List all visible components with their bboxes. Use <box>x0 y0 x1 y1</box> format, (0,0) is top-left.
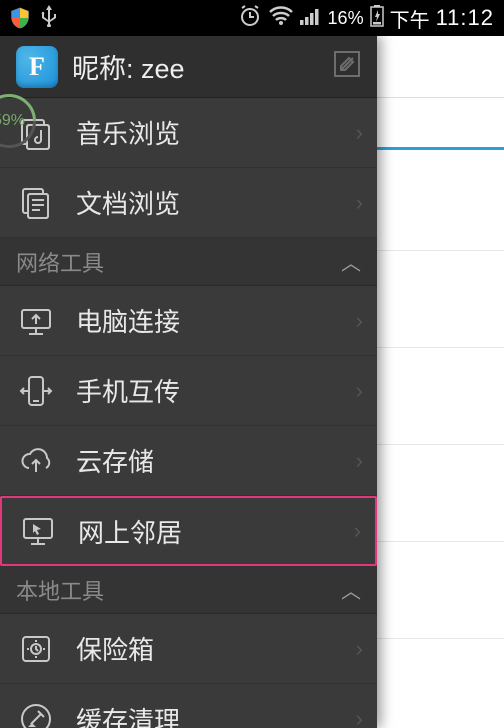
menu-item-phone-transfer[interactable]: 手机互传 › <box>0 356 377 426</box>
menu-label: 缓存清理 <box>76 701 180 728</box>
navigation-drawer: 59% F 昵称: zee 音乐浏览 › <box>0 36 377 728</box>
usb-icon <box>40 3 58 33</box>
chevron-right-icon: › <box>356 190 363 216</box>
wifi-icon <box>268 6 294 31</box>
edit-icon[interactable] <box>333 50 361 83</box>
broom-icon <box>18 701 54 728</box>
clock-time: 11:12 <box>436 5 494 31</box>
section-network-tools[interactable]: 网络工具 ︿ <box>0 238 377 286</box>
section-local-tools[interactable]: 本地工具 ︿ <box>0 566 377 614</box>
menu-item-safe-box[interactable]: 保险箱 › <box>0 614 377 684</box>
signal-icon <box>300 7 322 30</box>
chevron-right-icon: › <box>356 308 363 334</box>
menu-label: 音乐浏览 <box>76 114 180 151</box>
time-period: 下午 <box>390 4 430 33</box>
chevron-up-icon: ︿ <box>341 247 361 276</box>
menu-item-network-neighborhood[interactable]: 网上邻居 › <box>0 496 377 566</box>
alarm-icon <box>238 4 262 33</box>
nickname-label: 昵称: <box>72 54 134 84</box>
menu-item-music[interactable]: 音乐浏览 › <box>0 98 377 168</box>
menu-label: 保险箱 <box>76 630 154 667</box>
chevron-up-icon: ︿ <box>341 575 361 604</box>
cloud-upload-icon <box>18 443 54 479</box>
document-icon <box>18 185 54 221</box>
menu-item-cloud-storage[interactable]: 云存储 › <box>0 426 377 496</box>
chevron-right-icon: › <box>356 448 363 474</box>
menu-label: 云存储 <box>76 442 154 479</box>
menu-item-documents[interactable]: 文档浏览 › <box>0 168 377 238</box>
nickname: 昵称: zee <box>72 47 319 86</box>
menu-item-cache-clean[interactable]: 缓存清理 › <box>0 684 377 728</box>
shield-icon <box>10 7 30 29</box>
phone-transfer-icon <box>18 373 54 409</box>
nickname-value: zee <box>141 54 185 84</box>
menu-label: 网上邻居 <box>78 513 182 550</box>
chevron-right-icon: › <box>356 706 363 728</box>
chevron-right-icon: › <box>354 518 361 544</box>
section-label: 网络工具 <box>16 246 104 278</box>
safe-box-icon <box>18 631 54 667</box>
menu-label: 电脑连接 <box>76 302 180 339</box>
battery-icon <box>370 5 384 32</box>
chevron-right-icon: › <box>356 120 363 146</box>
pc-connect-icon <box>18 303 54 339</box>
chevron-right-icon: › <box>356 636 363 662</box>
section-label: 本地工具 <box>16 574 104 606</box>
app-logo-icon: F <box>16 46 58 88</box>
chevron-right-icon: › <box>356 378 363 404</box>
monitor-cursor-icon <box>20 513 56 549</box>
menu-item-pc-connect[interactable]: 电脑连接 › <box>0 286 377 356</box>
status-bar: 16% 下午 11:12 <box>0 0 504 36</box>
battery-percent: 16% <box>328 8 364 29</box>
progress-value: 59% <box>0 112 25 130</box>
menu-label: 文档浏览 <box>76 184 180 221</box>
drawer-header[interactable]: F 昵称: zee <box>0 36 377 98</box>
menu-label: 手机互传 <box>76 372 180 409</box>
